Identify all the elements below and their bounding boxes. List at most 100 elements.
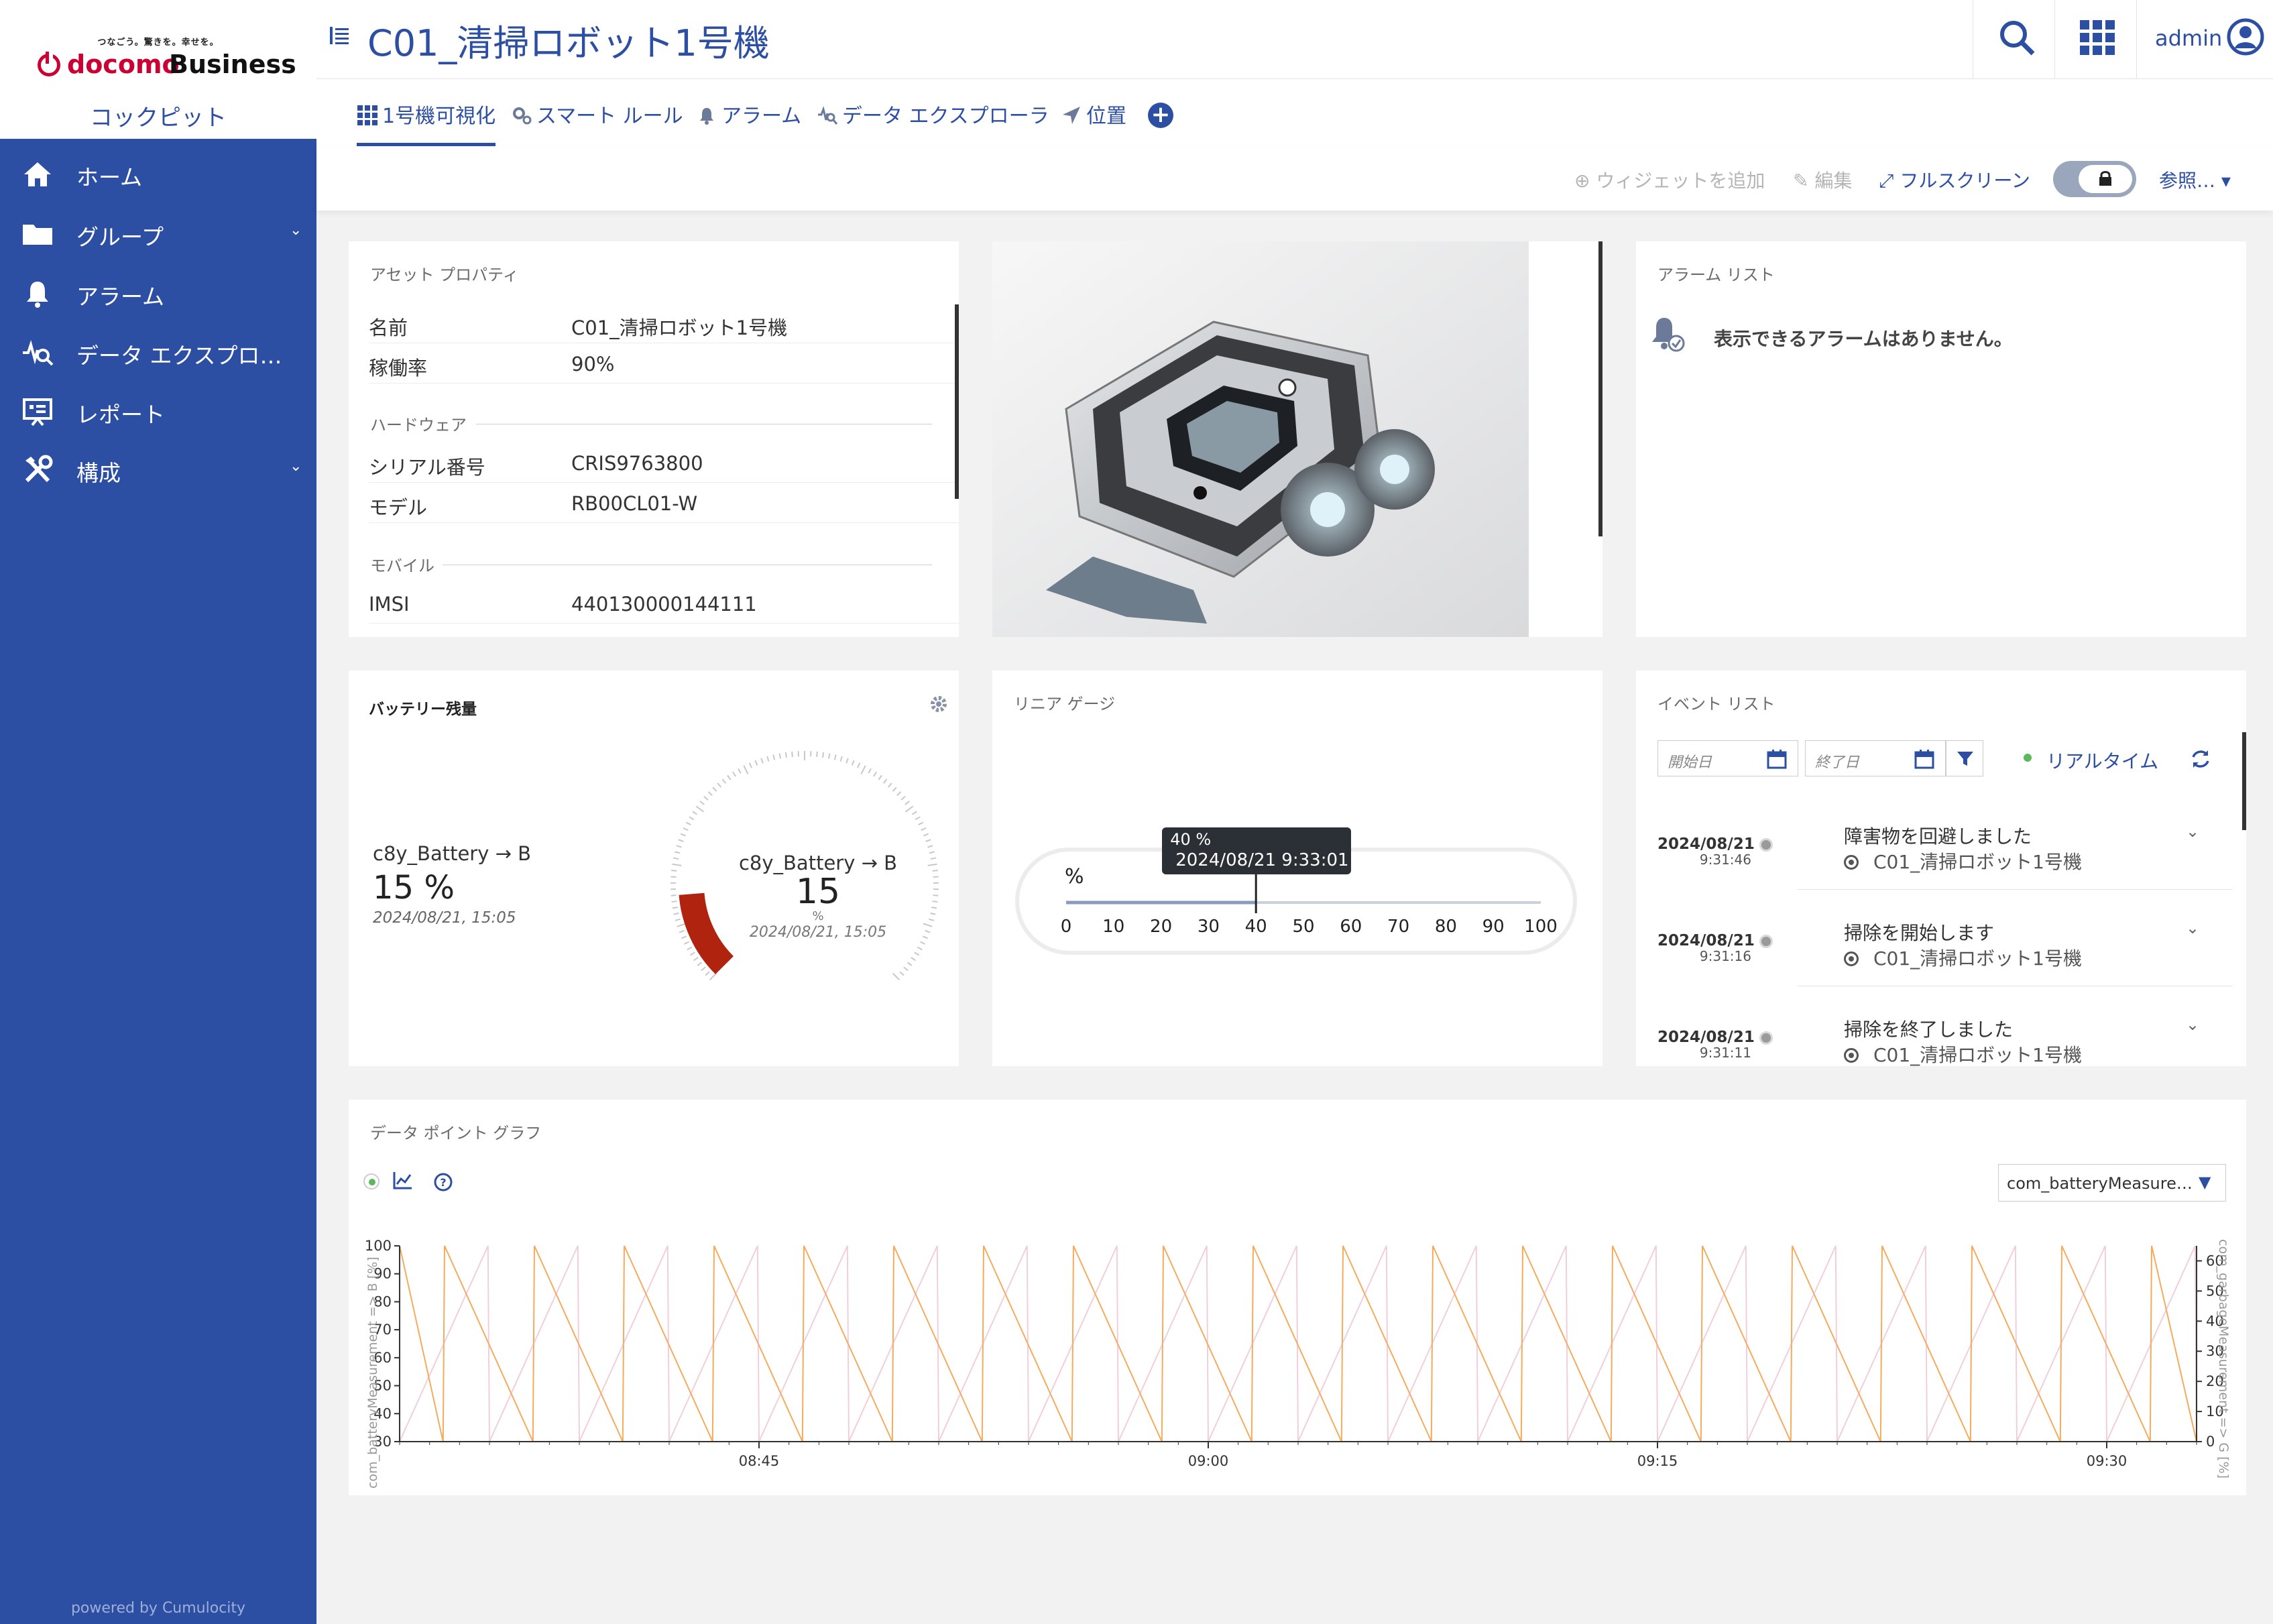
- gauge-tick: [791, 751, 793, 757]
- gauge-tick-label: 20: [1150, 917, 1172, 937]
- measurement-value: 15 %: [373, 869, 455, 907]
- divider: [1797, 889, 2233, 890]
- gauge-tick: [846, 758, 849, 764]
- refresh-icon[interactable]: [2190, 748, 2211, 770]
- help-icon[interactable]: ?: [433, 1172, 453, 1192]
- sidebar-item-configuration[interactable]: 構成 ⌄: [0, 442, 316, 496]
- image-widget: [992, 241, 1602, 637]
- add-tab-button[interactable]: +: [1148, 103, 1173, 128]
- sidebar-item-label: ホーム: [76, 164, 143, 190]
- gauge-tick-label: 30: [1198, 917, 1220, 937]
- sidebar-item-home[interactable]: ホーム: [0, 146, 316, 200]
- caret-down-icon: ▼: [2199, 1173, 2211, 1192]
- scrollbar[interactable]: [1598, 241, 1602, 536]
- section-hardware: ハードウェア: [370, 416, 467, 434]
- edit-button[interactable]: ✎ 編集: [1793, 166, 1852, 193]
- bell-check-icon: [1652, 318, 1685, 352]
- sidebar-item-alarm[interactable]: アラーム: [0, 266, 316, 319]
- menu-toggle-icon[interactable]: [330, 25, 349, 46]
- gauge-tick: [905, 805, 914, 813]
- gauge-tick: [685, 821, 691, 826]
- property-key: 稼働率: [369, 357, 428, 380]
- gauge-tick: [677, 923, 687, 927]
- property-key: IMSI: [369, 593, 410, 616]
- filter-button[interactable]: [1946, 740, 1983, 776]
- tab-alarms[interactable]: アラーム: [696, 99, 801, 146]
- event-date: 2024/08/21: [1657, 932, 1755, 949]
- chevron-down-icon[interactable]: ⌄: [2186, 1015, 2199, 1034]
- gauge-tick-label: 80: [1435, 917, 1457, 937]
- user-name[interactable]: admin: [2155, 25, 2222, 51]
- sidebar-item-report[interactable]: レポート: [0, 384, 316, 437]
- gauge-tick: [679, 929, 685, 933]
- divider: [2054, 0, 2055, 79]
- gear-icon[interactable]: [929, 695, 948, 713]
- gauge-tick-label: 70: [1387, 917, 1409, 937]
- line-chart-icon[interactable]: [393, 1171, 413, 1191]
- gauge-tick-label: 0: [1061, 917, 1072, 937]
- brand-area: つなごう。驚きを。幸せを。 docomo Business コックピット: [0, 0, 316, 139]
- realtime-indicator[interactable]: [363, 1173, 380, 1190]
- search-icon[interactable]: [1997, 17, 2037, 58]
- brand-logo[interactable]: docomo Business: [38, 50, 296, 79]
- section-mobile: モバイル: [370, 557, 434, 575]
- gauge-tick: [899, 971, 905, 976]
- tab-smart-rules[interactable]: スマート ルール: [511, 99, 683, 146]
- calendar-icon[interactable]: [1767, 749, 1787, 769]
- gauge-tick: [673, 857, 679, 860]
- gauge-tick: [748, 762, 752, 768]
- gauge-tick-label: 60: [1340, 917, 1362, 937]
- scrollbar[interactable]: [2242, 732, 2246, 830]
- tab-data-explorer[interactable]: データ エクスプローラ: [817, 99, 1049, 146]
- sidebar-item-group[interactable]: グループ ⌄: [0, 206, 316, 259]
- property-key: シリアル番号: [369, 456, 485, 479]
- realtime-dot: [369, 1179, 375, 1185]
- x-tick-label: 09:30: [2087, 1453, 2128, 1469]
- gauge-tick: [919, 941, 926, 945]
- gauge-tick: [839, 756, 843, 762]
- end-date-input[interactable]: 終了日: [1805, 740, 1946, 776]
- event-source: C01_清掃ロボット1号機: [1844, 944, 2082, 971]
- measurement-label: c8y_Battery → B: [373, 842, 532, 865]
- user-icon[interactable]: [2226, 17, 2265, 56]
- gauge-tick: [676, 845, 682, 848]
- gauge-tick: [671, 876, 677, 878]
- gauge-tick: [712, 787, 717, 792]
- lock-icon: [2099, 171, 2111, 186]
- gauge-tick: [851, 760, 855, 766]
- timeline-dot: [1759, 838, 1773, 852]
- sidebar-item-data-explorer[interactable]: データ エクスプロ…: [0, 325, 316, 378]
- add-widget-button[interactable]: ⊕ ウィジェットを追加: [1574, 166, 1765, 193]
- start-date-input[interactable]: 開始日: [1657, 740, 1798, 776]
- chart-series: [399, 1245, 2197, 1442]
- realtime-toggle[interactable]: リアルタイム: [2046, 747, 2158, 774]
- gauge-tick: [873, 771, 878, 777]
- action-bar: ⊕ ウィジェットを追加 ✎ 編集 ⤢ フルスクリーン 参照… ▾: [316, 146, 2273, 211]
- tab-visualization[interactable]: 1号機可視化: [357, 99, 496, 146]
- calendar-icon[interactable]: [1914, 749, 1934, 769]
- reference-dropdown[interactable]: 参照… ▾: [2159, 166, 2231, 193]
- gauge-tick: [721, 778, 727, 784]
- gauge-value: 15: [795, 872, 841, 912]
- event-text: 掃除を開始します: [1844, 922, 1995, 944]
- x-tick-label: 08:45: [739, 1453, 780, 1469]
- x-tick-label: 09:00: [1188, 1453, 1229, 1469]
- timeline-dot: [1759, 1031, 1773, 1045]
- scrollbar[interactable]: [955, 304, 959, 499]
- tab-location[interactable]: 位置: [1061, 99, 1126, 146]
- gauge-tick: [727, 774, 732, 780]
- chevron-down-icon[interactable]: ⌄: [2186, 822, 2199, 841]
- app-switcher-icon[interactable]: [2079, 19, 2116, 56]
- event-list-widget: イベント リスト 開始日 終了日 リアルタイム 2024/08/21 9:31:…: [1636, 671, 2246, 1066]
- grid-icon: [357, 105, 377, 125]
- sidebar-item-label: アラーム: [76, 284, 165, 310]
- chevron-down-icon[interactable]: ⌄: [2186, 919, 2199, 937]
- series-selector[interactable]: com_batteryMeasure… ▼: [1998, 1164, 2226, 1202]
- timeline-dot: [1759, 935, 1773, 948]
- sidebar-item-label: データ エクスプロ…: [76, 343, 282, 369]
- event-date: 2024/08/21: [1657, 835, 1755, 853]
- fullscreen-button[interactable]: ⤢ フルスクリーン: [1879, 166, 2030, 193]
- gauge-tick: [675, 851, 681, 854]
- gauge-timestamp: 2024/08/21, 15:05: [749, 924, 887, 941]
- property-key: 名前: [369, 316, 408, 339]
